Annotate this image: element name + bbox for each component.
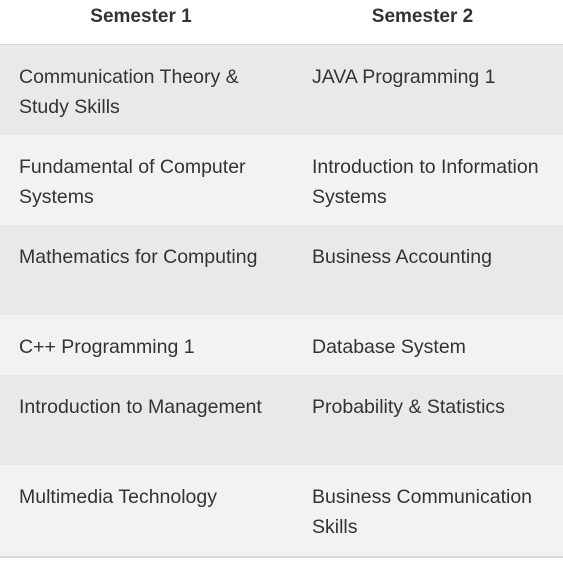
semester-2-course: Business Accounting (312, 246, 492, 268)
table-row: Multimedia Technology Business Communica… (0, 465, 563, 556)
table-row: Introduction to Management Probability &… (0, 375, 563, 465)
semester-1-course: Fundamental of Computer Systems (19, 156, 246, 208)
semester-1-course: C++ Programming 1 (19, 336, 195, 358)
semester-2-course: Business Communication Skills (312, 486, 533, 538)
table-header-row: Semester 1 Semester 2 (0, 0, 563, 45)
semester-1-course: Communication Theory & Study Skills (19, 66, 239, 118)
semester-2-course: JAVA Programming 1 (312, 66, 496, 88)
semester-2-course: Probability & Statistics (312, 396, 505, 418)
semester-1-course: Introduction to Management (19, 396, 262, 418)
table-row: Communication Theory & Study Skills JAVA… (0, 45, 563, 135)
semester-1-course: Mathematics for Computing (19, 246, 258, 268)
column-header-semester-2: Semester 2 (371, 6, 474, 27)
semester-1-course: Multimedia Technology (19, 486, 217, 508)
table-body: Communication Theory & Study Skills JAVA… (0, 45, 563, 556)
semester-course-table: Semester 1 Semester 2 Communication Theo… (0, 0, 563, 558)
table-row: Mathematics for Computing Business Accou… (0, 225, 563, 315)
table-row: Fundamental of Computer Systems Introduc… (0, 135, 563, 225)
column-header-semester-1: Semester 1 (90, 6, 192, 27)
semester-2-course: Introduction to Information Systems (312, 156, 539, 208)
semester-2-course: Database System (312, 336, 466, 358)
table-row: C++ Programming 1 Database System (0, 315, 563, 375)
